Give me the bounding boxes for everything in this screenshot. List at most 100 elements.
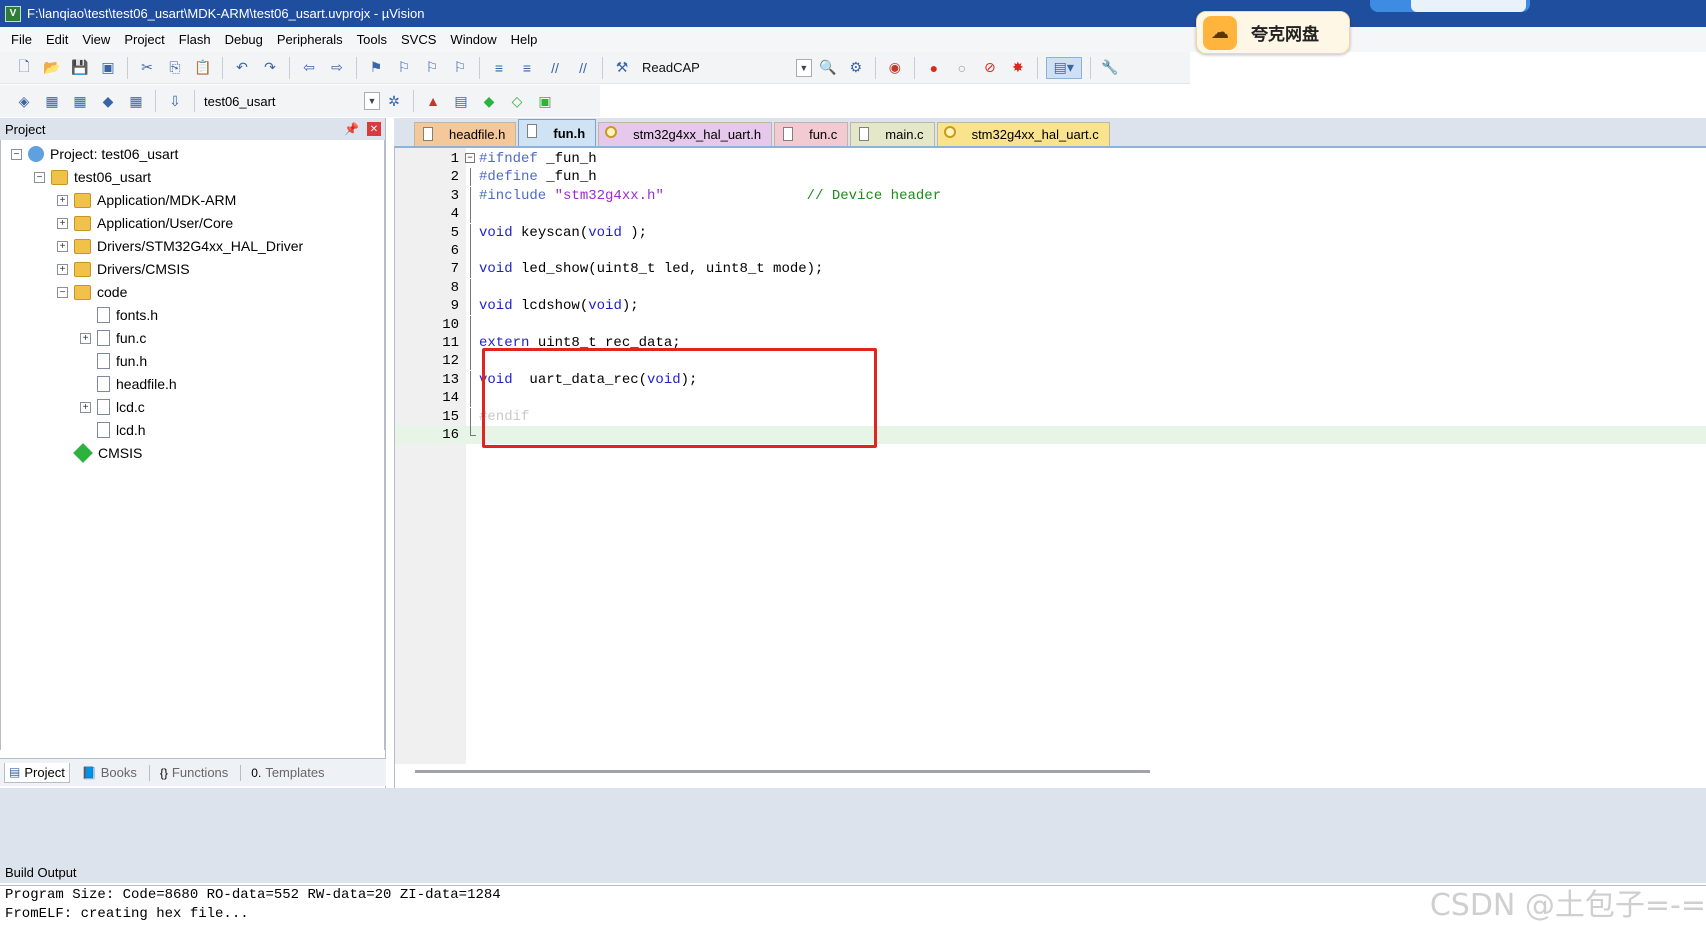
code-line[interactable]: 8 [395,278,1706,297]
save-all-icon[interactable]: ▣ [97,57,119,79]
manage-rte-icon[interactable]: ◆ [478,90,500,112]
quark-cloud-widget[interactable]: ☁ 夸克网盘 [1196,11,1350,54]
readcap-icon[interactable]: ⚒ [611,57,633,79]
open-file-icon[interactable]: 📂 [41,57,63,79]
collapse-icon[interactable]: − [34,171,45,183]
window-layout-icon[interactable]: ▤▾ [1045,56,1082,79]
tree-item[interactable]: − test06_usart [34,167,151,187]
code-line[interactable]: 5 void keyscan(void ); [395,223,1706,242]
collapse-icon[interactable]: − [11,148,22,160]
collapse-icon[interactable]: − [57,286,68,298]
select-packs-icon[interactable]: ▤ [450,90,472,112]
tree-item[interactable]: + Drivers/CMSIS [57,259,190,279]
menu-project[interactable]: Project [124,32,164,47]
incremental-find-icon[interactable]: ⚙ [845,57,867,79]
code-line[interactable]: 7 void led_show(uint8_t led, uint8_t mode… [395,260,1706,279]
menu-tools[interactable]: Tools [357,32,387,47]
tree-item[interactable]: + lcd.c [80,397,145,417]
navigate-back-icon[interactable]: ⇦ [298,57,320,79]
tree-item[interactable]: + Application/MDK-ARM [57,190,236,210]
tab-fun-c[interactable]: fun.c [774,122,849,146]
code-line[interactable]: 9 void lcdshow(void); [395,297,1706,316]
bookmark-icon[interactable]: ⚑ [365,57,387,79]
tree-item[interactable]: + Drivers/STM32G4xx_HAL_Driver [57,236,303,256]
menu-debug[interactable]: Debug [225,32,263,47]
clear-bookmarks-icon[interactable]: ⚐ [449,57,471,79]
tab-fun-h[interactable]: fun.h [518,119,597,146]
tree-item[interactable]: + Application/User/Core [57,213,233,233]
indent-icon[interactable]: ≡ [488,57,510,79]
manage-project-items-icon[interactable]: ▲ [422,90,444,112]
next-bookmark-icon[interactable]: ⚐ [421,57,443,79]
tree-item[interactable]: lcd.h [80,420,146,440]
comment-icon[interactable]: // [544,57,566,79]
save-icon[interactable]: 💾 [69,57,91,79]
code-line[interactable]: 4 [395,205,1706,224]
fold-collapse-icon[interactable]: − [463,150,477,168]
menu-window[interactable]: Window [450,32,496,47]
menu-edit[interactable]: Edit [46,32,68,47]
tab-stm32g4xx-hal-uart-h[interactable]: stm32g4xx_hal_uart.h [598,122,773,146]
expand-icon[interactable]: + [57,194,68,206]
menu-flash[interactable]: Flash [179,32,211,47]
prev-bookmark-icon[interactable]: ⚐ [393,57,415,79]
tab-books[interactable]: 📘 Books [78,763,141,782]
tree-item[interactable]: fun.h [80,351,147,371]
tree-item[interactable]: fonts.h [80,305,158,325]
tree-item[interactable]: − code [57,282,127,302]
copy-icon[interactable]: ⎘ [164,57,186,79]
manage-components-icon[interactable]: ▣ [534,90,556,112]
tree-item[interactable]: + fun.c [80,328,146,348]
new-file-icon[interactable]: 🗋 [13,57,35,79]
tree-item[interactable]: CMSIS [57,443,142,463]
tab-headfile-h[interactable]: headfile.h [414,122,517,146]
batch-build-icon[interactable]: ◆ [97,90,119,112]
code-line[interactable]: 10 [395,315,1706,334]
rebuild-icon[interactable]: ▦ [69,90,91,112]
find-in-files-icon[interactable]: 🔍 [817,57,839,79]
pack-installer-icon[interactable]: ◇ [506,90,528,112]
code-line[interactable]: 6 [395,242,1706,260]
code-line[interactable]: 3 #include "stm32g4xx.h" // Device header [395,186,1706,205]
expand-icon[interactable]: + [57,217,68,229]
target-options-icon[interactable]: ✲ [383,90,405,112]
uncomment-icon[interactable]: // [572,57,594,79]
kill-breakpoints-icon[interactable]: ✸ [1007,57,1029,79]
expand-icon[interactable]: + [80,401,91,413]
debug-session-icon[interactable]: ◉ [884,57,906,79]
translate-icon[interactable]: ◈ [13,90,35,112]
tree-item[interactable]: headfile.h [80,374,177,394]
readcap-label[interactable]: ReadCAP [642,60,700,75]
tab-project[interactable]: ▤ Project [4,762,70,783]
horizontal-scrollbar[interactable] [415,770,1150,773]
find-dropdown[interactable]: ▼ [795,57,814,79]
target-select[interactable]: test06_usart ▼ [200,90,380,112]
download-icon[interactable]: ⇩ [164,90,186,112]
close-icon[interactable]: ✕ [367,122,381,136]
code-line[interactable]: 1− #ifndef _fun_h [395,150,1706,168]
configure-icon[interactable]: 🔧 [1099,57,1121,79]
tree-item[interactable]: − Project: test06_usart [11,144,178,164]
undo-icon[interactable]: ↶ [231,57,253,79]
code-editor[interactable]: 1− #ifndef _fun_h 2 #define _fun_h 3 #include… [394,146,1706,788]
menu-peripherals[interactable]: Peripherals [277,32,343,47]
menu-file[interactable]: File [11,32,32,47]
tab-functions[interactable]: {} Functions [156,763,232,782]
menu-svcs[interactable]: SVCS [401,32,436,47]
disable-breakpoint-icon[interactable]: ○ [951,57,973,79]
tab-templates[interactable]: 0. Templates [247,763,328,782]
build-icon[interactable]: ▦ [41,90,63,112]
expand-icon[interactable]: + [57,263,68,275]
menu-help[interactable]: Help [511,32,538,47]
breakpoint-icon[interactable]: ● [923,57,945,79]
tab-stm32g4xx-hal-uart-c[interactable]: stm32g4xx_hal_uart.c [936,122,1110,146]
code-line[interactable]: 2 #define _fun_h [395,168,1706,187]
redo-icon[interactable]: ↷ [259,57,281,79]
pin-icon[interactable]: 📌 [344,122,359,136]
stop-build-icon[interactable]: ▦ [125,90,147,112]
disable-all-breakpoints-icon[interactable]: ⊘ [979,57,1001,79]
expand-icon[interactable]: + [57,240,68,252]
paste-icon[interactable]: 📋 [192,57,214,79]
cut-icon[interactable]: ✂ [136,57,158,79]
expand-icon[interactable]: + [80,332,91,344]
